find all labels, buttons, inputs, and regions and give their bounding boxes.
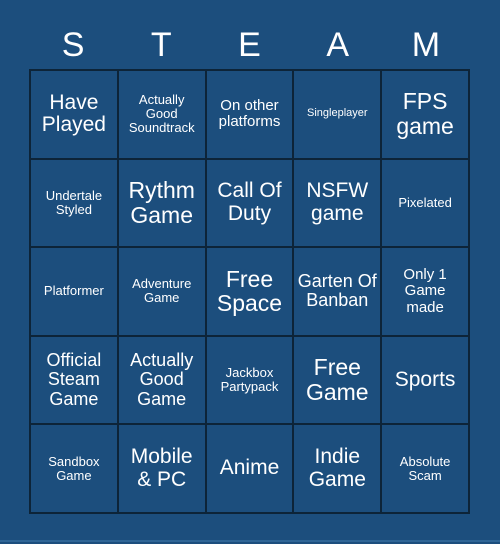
bingo-cell-r3c2[interactable]: Adventure Game [118,248,205,335]
bingo-cell-r3c1[interactable]: Platformer [31,248,117,335]
bingo-cell-r4c4[interactable]: Free Game [294,336,381,424]
bingo-header-letter-4: A [326,26,350,64]
bingo-cell-r4c2[interactable]: Actually Good Game [118,336,205,424]
bingo-cell-r4c5[interactable]: Sports [382,336,468,424]
bottom-accent-line [0,540,500,542]
bingo-header-letter-5: M [411,26,441,64]
bingo-header-row: STEAM [29,22,470,68]
bingo-cell-r1c3[interactable]: On other platforms [206,71,293,158]
bingo-cell-r3c5[interactable]: Only 1 Game made [382,248,468,335]
bingo-cell-r2c4[interactable]: NSFW game [294,159,381,247]
bingo-cell-r3c4[interactable]: Garten Of Banban [294,248,381,335]
bingo-cell-r5c2[interactable]: Mobile & PC [118,425,205,512]
bingo-header-letter-1: S [61,26,85,64]
bingo-cell-r3c3[interactable]: Free Space [206,248,293,335]
bingo-cell-r1c4[interactable]: Singleplayer [294,71,381,158]
bingo-header-letter-3: E [238,26,261,64]
bingo-header-letter-2: T [150,26,172,64]
bingo-cell-r2c2[interactable]: Rythm Game [118,159,205,247]
bingo-cell-r5c4[interactable]: Indie Game [294,425,381,512]
bingo-cell-r2c3[interactable]: Call Of Duty [206,159,293,247]
bingo-cell-r1c2[interactable]: Actually Good Soundtrack [118,71,205,158]
bingo-cell-r5c1[interactable]: Sandbox Game [31,425,117,512]
bingo-grid: Have Played Actually Good Soundtrack On ot… [29,69,470,514]
bingo-cell-r1c5[interactable]: FPS game [382,71,468,158]
bingo-card: S T E A M Have Played Actually Good Soundtrac… [0,0,500,544]
bingo-cell-r4c3[interactable]: Jackbox Partypack [206,336,293,424]
bingo-cell-r2c1[interactable]: Undertale Styled [31,159,117,247]
bingo-cell-r5c3[interactable]: Anime [206,425,293,512]
bingo-cell-r5c5[interactable]: Absolute Scam [382,425,468,512]
bingo-cell-r1c1[interactable]: Have Played [31,71,117,158]
bingo-cell-r2c5[interactable]: Pixelated [382,159,468,247]
bingo-cell-r4c1[interactable]: Official Steam Game [31,336,117,424]
